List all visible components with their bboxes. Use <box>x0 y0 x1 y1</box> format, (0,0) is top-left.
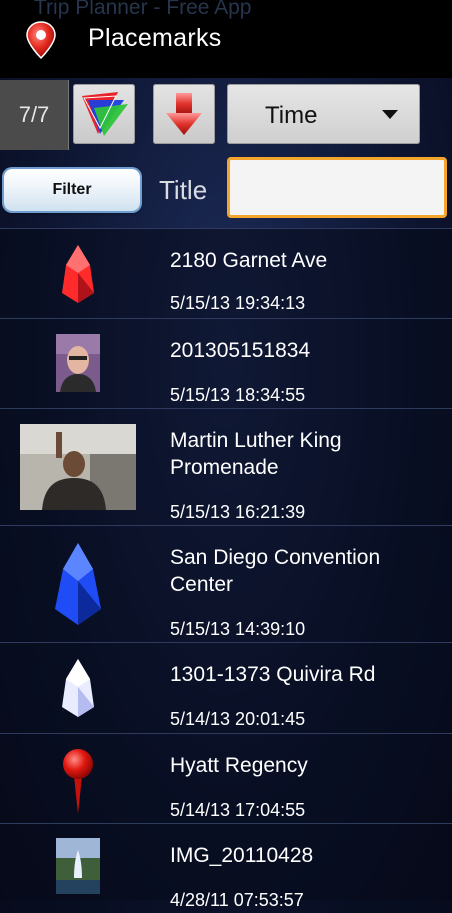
placemark-time: 4/28/11 07:53:57 <box>170 890 304 910</box>
placemark-time: 5/14/13 20:01:45 <box>170 709 306 729</box>
placemark-name: Hyatt Regency <box>170 754 308 777</box>
placemark-name: Martin Luther King Promenade <box>170 429 342 479</box>
action-bar: Trip Planner - Free App Placemarks <box>0 0 452 78</box>
filter-button[interactable]: Filter <box>4 169 140 211</box>
map-pin-app-icon[interactable] <box>24 20 58 60</box>
color-filter-button[interactable] <box>73 84 135 144</box>
arrow-down-icon <box>166 93 202 135</box>
placemark-time: 5/14/13 17:04:55 <box>170 800 306 820</box>
sort-order-button[interactable] <box>153 84 215 144</box>
placemark-name: 1301-1373 Quivira Rd <box>170 663 376 686</box>
caret-down-icon <box>382 110 398 119</box>
title-field-label: Title <box>159 175 208 205</box>
blue-crystal-icon <box>52 540 104 628</box>
rgb-triangle-icon <box>82 92 128 136</box>
placemark-name: IMG_20110428 <box>170 844 314 867</box>
placemark-name: 201305151834 <box>170 339 311 362</box>
white-crystal-icon <box>58 655 98 721</box>
placemark-time: 5/15/13 14:39:10 <box>170 619 306 639</box>
placemark-count: 7/7 <box>0 80 69 150</box>
sort-dropdown-value: Time <box>265 102 318 129</box>
list-item[interactable]: 201305151834 5/15/13 18:34:55 <box>0 318 452 408</box>
list-item[interactable]: Hyatt Regency 5/14/13 17:04:55 <box>0 733 452 823</box>
red-pin-icon <box>58 746 98 816</box>
street-photo <box>20 424 136 510</box>
list-item[interactable]: San Diego Convention Center 5/15/13 14:3… <box>0 525 452 642</box>
placemark-time: 5/15/13 19:34:13 <box>170 293 306 313</box>
fountain-photo <box>56 838 100 894</box>
red-crystal-icon <box>56 239 100 309</box>
sort-dropdown[interactable]: Time <box>227 84 420 144</box>
list-item[interactable]: 1301-1373 Quivira Rd 5/14/13 20:01:45 <box>0 642 452 733</box>
portrait-photo <box>56 334 100 392</box>
placemark-time: 5/15/13 18:34:55 <box>170 385 306 405</box>
placemark-name: 2180 Garnet Ave <box>170 249 328 272</box>
title-filter-input[interactable] <box>227 157 447 218</box>
list-item[interactable]: Martin Luther King Promenade 5/15/13 16:… <box>0 408 452 525</box>
list-item[interactable]: 2180 Garnet Ave 5/15/13 19:34:13 <box>0 228 452 318</box>
background-caption: Trip Planner - Free App <box>34 0 252 19</box>
placemark-name: San Diego Convention Center <box>170 546 381 596</box>
placemark-time: 5/15/13 16:21:39 <box>170 502 306 522</box>
page-title: Placemarks <box>88 24 222 52</box>
